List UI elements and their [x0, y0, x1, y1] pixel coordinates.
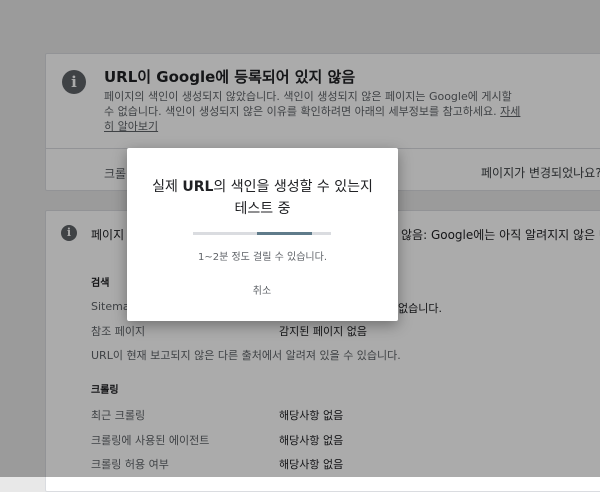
dialog-title-pre: 실제 [152, 179, 183, 195]
progress-bar-track [193, 232, 331, 235]
search-console-page: i URL이 Google에 등록되어 있지 않음 페이지의 색인이 생성되지 … [0, 0, 600, 492]
dialog-title: 실제 URL의 색인을 생성할 수 있는지 테스트 중 [147, 176, 378, 220]
dialog-subtitle: 1~2분 정도 걸릴 수 있습니다. [198, 252, 327, 263]
cancel-button[interactable]: 취소 [242, 282, 282, 297]
dialog-title-url: URL [182, 179, 214, 195]
progress-bar-fill [257, 232, 312, 235]
live-test-dialog: 실제 URL의 색인을 생성할 수 있는지 테스트 중 1~2분 정도 걸릴 수… [127, 148, 398, 321]
dialog-title-post: 의 색인을 생성할 수 있는지 테스트 중 [213, 179, 373, 217]
